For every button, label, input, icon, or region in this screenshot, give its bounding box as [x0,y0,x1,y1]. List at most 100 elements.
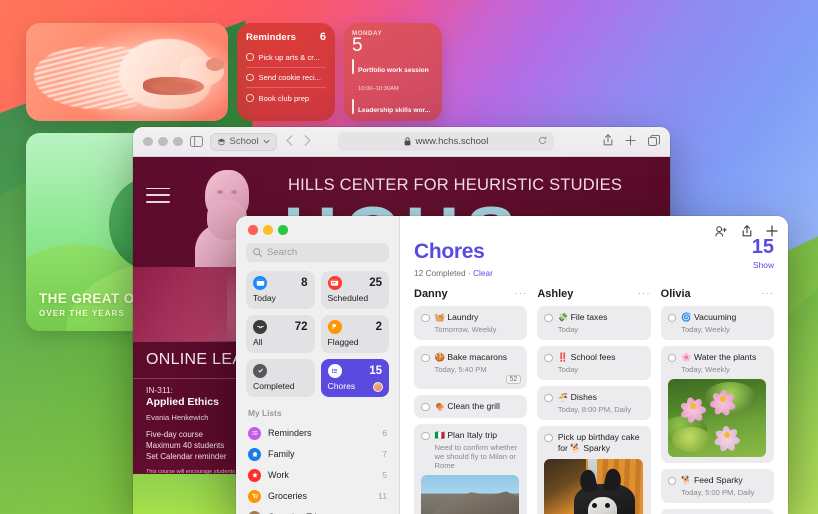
show-completed-link[interactable]: Show [753,260,774,270]
reminder-title-text: Vacuuming [693,312,737,322]
reminder-card[interactable]: 🍜 Dishes Today, 8:00 PM, Daily [537,386,651,420]
list-item-work[interactable]: Work 5 [246,465,389,486]
safari-traffic-lights[interactable] [143,136,183,147]
reminder-card[interactable]: 🐕 Feed Sparky Today, 5:00 PM, Daily [660,469,774,503]
reminder-card[interactable]: 🌸 Water the plants Today, Weekly [660,346,774,463]
close-button[interactable] [143,136,153,147]
new-tab-plus-icon[interactable] [625,133,636,151]
reminders-widget-item[interactable]: Send cookie reci... [246,68,326,88]
smart-list-completed[interactable]: Completed [246,358,315,397]
checkbox-circle-icon[interactable] [421,353,430,362]
safari-url-text: www.hchs.school [415,136,489,147]
reminder-tag-badge[interactable]: 52 [505,375,522,384]
reminders-app-window[interactable]: Search 8 Today 25 Scheduled 72 All 2 Fla… [236,216,788,514]
checkbox-circle-icon[interactable] [544,313,553,322]
reminder-attachment-photo[interactable] [544,459,643,514]
reminders-widget-item[interactable]: Book club prep [246,88,326,108]
reminder-title-text: Feed Sparky [693,475,743,485]
checkbox-circle-icon[interactable] [667,476,677,485]
reminder-card[interactable]: 💸 File taxes Today [537,306,651,340]
smart-list-label: Completed [253,380,295,391]
smart-list-flagged[interactable]: 2 Flagged [320,314,389,353]
smart-list-label: Scheduled [327,292,369,303]
checkbox-circle-icon[interactable] [421,431,430,440]
reminders-widget-item-label: Book club prep [258,93,310,103]
checkbox-circle-icon[interactable] [246,53,254,61]
checkbox-circle-icon[interactable] [544,433,553,442]
italy-flag-emoji-icon: 🇮🇹 [434,430,445,440]
smart-list-today[interactable]: 8 Today [246,270,315,309]
search-input[interactable]: Search [246,242,389,262]
reminder-card[interactable]: ‼️ School fees Today [537,346,651,380]
list-item-groceries[interactable]: Groceries 11 [246,486,389,507]
checkbox-circle-icon[interactable] [667,353,677,362]
minimize-button[interactable] [158,136,168,147]
reminder-card[interactable]: 🇮🇹 Plan Italy trip Need to confirm wheth… [414,424,528,514]
reload-icon[interactable] [538,136,547,148]
reminder-attachment-photo[interactable] [667,379,766,457]
reminders-traffic-lights[interactable] [246,216,389,243]
reminders-widget-item[interactable]: Pick up arts & cr... [246,47,326,68]
column-menu-icon[interactable]: ··· [514,289,527,299]
smart-list-count: 72 [294,320,308,333]
reminders-widget-count: 6 [319,31,326,43]
calendar-event[interactable]: Portfolio work session 10:00–10:30AM [352,59,434,95]
column-menu-icon[interactable]: ··· [638,289,651,299]
close-button[interactable] [248,225,258,235]
reminder-attachment-photo[interactable] [421,475,520,514]
safari-tab-label: School [229,136,259,147]
reminders-widget-header: Reminders 6 [246,31,326,43]
smart-list-chores[interactable]: 15 Chores [320,358,389,397]
clear-completed-link[interactable]: Clear [473,268,493,278]
share-icon[interactable] [603,133,613,151]
reminder-card[interactable]: 🍖 Clean the grill [414,395,528,418]
column-menu-icon[interactable]: ··· [761,289,774,299]
calendar-widget[interactable]: MONDAY 5 Portfolio work session 10:00–10… [344,23,442,121]
checkbox-circle-icon[interactable] [421,313,430,322]
forward-chevron-icon[interactable] [304,133,311,151]
list-item-family[interactable]: Family 7 [246,444,389,465]
list-item-camping-trip[interactable]: Camping Trip 4 [246,507,389,514]
search-placeholder: Search [267,246,298,258]
smart-list-all[interactable]: 72 All [246,314,315,353]
zoom-button[interactable] [278,225,288,235]
search-icon [253,247,262,257]
reminder-title: ‼️ School fees [558,352,616,363]
smart-list-label: All [253,336,263,347]
zoom-button[interactable] [173,136,183,147]
reminder-card[interactable]: 🌀 Vacuuming Today, Weekly [660,306,774,340]
list-item-reminders[interactable]: Reminders 6 [246,423,389,444]
reminder-title-text: Bake macarons [447,352,508,362]
reminder-card-partial[interactable] [660,509,774,514]
inbox-icon [253,319,267,334]
reminders-widget[interactable]: Reminders 6 Pick up arts & cr... Send co… [237,23,335,121]
reminder-card[interactable]: 🍪 Bake macarons Today, 5:40 PM 52 [414,346,528,389]
checkbox-circle-icon[interactable] [544,393,553,402]
event-color-bar [352,98,354,114]
calendar-days-icon [327,275,342,290]
reminder-card[interactable]: Pick up birthday cake for 🐕 Sparky [537,426,651,514]
reminders-widget-item-label: Pick up arts & cr... [258,52,320,62]
safari-tab-school[interactable]: School [209,132,277,151]
completed-summary: 12 Completed · Clear [414,268,774,278]
smart-list-scheduled[interactable]: 25 Scheduled [320,270,389,309]
calendar-event[interactable]: Leadership skills wor... 11AM–12PM [352,98,434,122]
reminders-main-pane: Chores 12 Completed · Clear 15 Show Dann… [400,216,788,514]
column-title: Ashley [537,288,574,300]
sidebar-icon[interactable] [189,136,203,147]
checkbox-circle-icon[interactable] [667,313,677,322]
photos-widget[interactable] [26,23,228,121]
checkbox-circle-icon[interactable] [421,402,430,411]
checkbox-circle-icon[interactable] [544,353,553,362]
list-item-count: 11 [378,491,387,501]
minimize-button[interactable] [263,225,273,235]
reminder-card[interactable]: 🧺 Laundry Tomorrow, Weekly [414,306,528,340]
checkbox-circle-icon[interactable] [246,94,254,102]
checkbox-circle-icon[interactable] [246,73,254,82]
column-ashley: Ashley ··· 💸 File taxes Today ‼️ School … [537,288,651,514]
safari-address-bar[interactable]: www.hchs.school [338,132,555,151]
back-chevron-icon[interactable] [285,133,293,151]
tab-overview-icon[interactable] [648,133,661,151]
list-item-label: Work [268,470,289,480]
hamburger-menu-icon[interactable] [146,182,170,208]
